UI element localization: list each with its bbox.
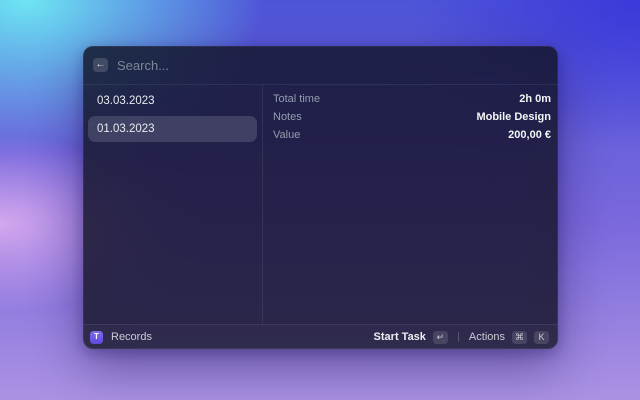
search-bar: ← [83, 46, 558, 85]
footer-app: T Records [90, 331, 372, 344]
arrow-left-icon: ← [96, 60, 106, 70]
start-task-button[interactable]: Start Task ↵ [372, 329, 450, 346]
desktop-background: ← 03.03.2023 01.03.2023 Total time 2h 0m [0, 0, 640, 400]
footer-actions: Start Task ↵ Actions ⌘ K [372, 329, 551, 346]
list-item-date[interactable]: 03.03.2023 [88, 88, 257, 114]
actions-menu-button[interactable]: Actions ⌘ K [467, 329, 551, 346]
k-key-icon: K [534, 331, 549, 344]
list-item-label: 03.03.2023 [97, 95, 155, 107]
list-item-label: 01.03.2023 [97, 123, 155, 135]
start-task-label: Start Task [374, 331, 426, 343]
list-item-date-selected[interactable]: 01.03.2023 [88, 116, 257, 142]
launcher-window: ← 03.03.2023 01.03.2023 Total time 2h 0m [83, 46, 558, 349]
detail-label: Total time [273, 93, 320, 105]
detail-row-value: Value 200,00 € [273, 126, 551, 144]
actions-label: Actions [469, 331, 505, 343]
detail-row-notes: Notes Mobile Design [273, 108, 551, 126]
footer-divider [458, 332, 459, 342]
footer-app-label: Records [111, 331, 152, 343]
detail-label: Notes [273, 111, 302, 123]
search-input[interactable] [117, 58, 548, 73]
detail-label: Value [273, 129, 300, 141]
detail-value: Mobile Design [476, 111, 551, 123]
records-extension-icon: T [90, 331, 103, 344]
content-area: 03.03.2023 01.03.2023 Total time 2h 0m N… [83, 85, 558, 324]
records-list: 03.03.2023 01.03.2023 [83, 85, 263, 324]
enter-key-icon: ↵ [433, 331, 448, 344]
footer-bar: T Records Start Task ↵ Actions ⌘ K [83, 324, 558, 349]
record-details: Total time 2h 0m Notes Mobile Design Val… [263, 85, 558, 324]
detail-value: 200,00 € [508, 129, 551, 141]
detail-value: 2h 0m [519, 93, 551, 105]
app-icon-letter: T [94, 333, 99, 341]
detail-row-total-time: Total time 2h 0m [273, 90, 551, 108]
back-button[interactable]: ← [93, 58, 108, 72]
command-key-icon: ⌘ [512, 331, 527, 344]
